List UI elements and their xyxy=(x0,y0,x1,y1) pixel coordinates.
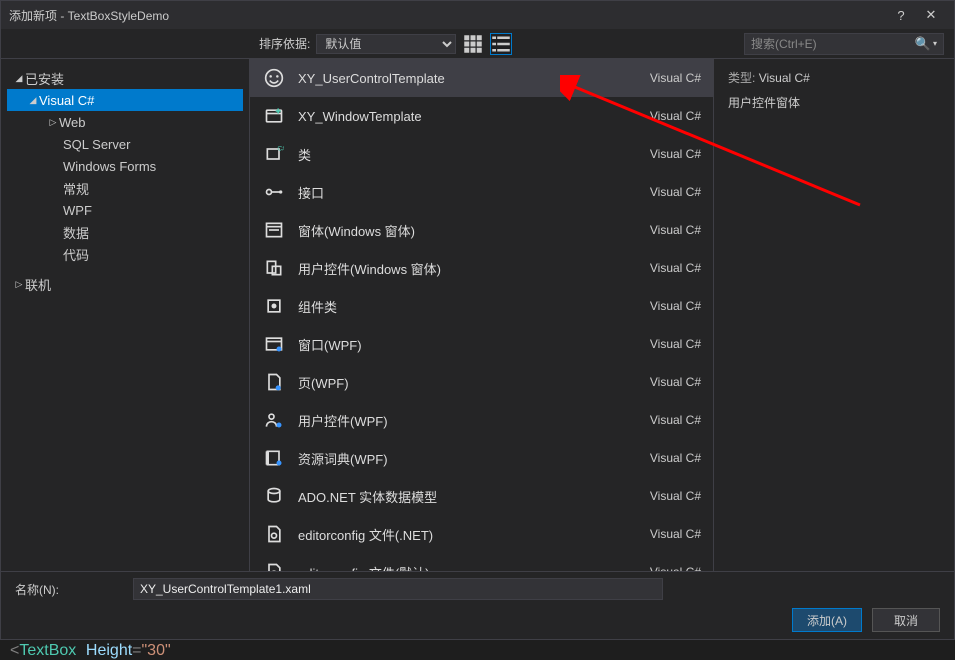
toolbar: 排序依据: 默认值 🔍 ▾ xyxy=(1,29,954,59)
tree-visual-csharp[interactable]: ◢Visual C# xyxy=(7,89,243,111)
template-item[interactable]: 窗体(Windows 窗体)Visual C# xyxy=(250,211,713,249)
item-name: ADO.NET 实体数据模型 xyxy=(298,487,650,506)
view-list-button[interactable] xyxy=(490,33,512,55)
item-name: 组件类 xyxy=(298,297,650,316)
user-control-icon xyxy=(262,256,286,280)
description: 用户控件窗体 xyxy=(728,94,940,111)
item-lang: Visual C# xyxy=(650,337,701,351)
search-box[interactable]: 🔍 ▾ xyxy=(744,33,944,55)
interface-icon xyxy=(262,180,286,204)
item-name: XY_UserControlTemplate xyxy=(298,71,650,86)
editorconfig-icon xyxy=(262,560,286,571)
cancel-button[interactable]: 取消 xyxy=(872,608,940,632)
template-list[interactable]: XY_UserControlTemplateVisual C#XY_Window… xyxy=(249,59,714,571)
smile-icon xyxy=(262,66,286,90)
item-lang: Visual C# xyxy=(650,413,701,427)
tree-installed[interactable]: ◢已安装 xyxy=(7,67,243,89)
item-lang: Visual C# xyxy=(650,565,701,571)
tree-online[interactable]: ▷联机 xyxy=(7,273,243,295)
tree-sql[interactable]: SQL Server xyxy=(7,133,243,155)
item-name: XY_WindowTemplate xyxy=(298,109,650,124)
item-lang: Visual C# xyxy=(650,451,701,465)
window-title: 添加新项 - TextBoxStyleDemo xyxy=(9,7,886,24)
template-item[interactable]: 窗口(WPF)Visual C# xyxy=(250,325,713,363)
template-item[interactable]: C# 类Visual C# xyxy=(250,135,713,173)
tree-code[interactable]: 代码 xyxy=(7,243,243,265)
item-lang: Visual C# xyxy=(650,375,701,389)
ado-icon xyxy=(262,484,286,508)
close-button[interactable]: ✕ xyxy=(916,7,946,23)
tree-data[interactable]: 数据 xyxy=(7,221,243,243)
footer: 名称(N): 添加(A) 取消 xyxy=(1,571,954,639)
template-item[interactable]: 接口Visual C# xyxy=(250,173,713,211)
class-icon: C# xyxy=(262,142,286,166)
name-input[interactable] xyxy=(133,578,663,600)
item-lang: Visual C# xyxy=(650,147,701,161)
item-lang: Visual C# xyxy=(650,185,701,199)
component-icon xyxy=(262,294,286,318)
template-item[interactable]: editorconfig 文件(.NET)Visual C# xyxy=(250,515,713,553)
template-item[interactable]: 用户控件(WPF)Visual C# xyxy=(250,401,713,439)
res-dict-icon xyxy=(262,446,286,470)
tree-wpf[interactable]: WPF xyxy=(7,199,243,221)
details-pane: 类型: Visual C# 用户控件窗体 xyxy=(714,59,954,571)
template-item[interactable]: 用户控件(Windows 窗体)Visual C# xyxy=(250,249,713,287)
item-name: 用户控件(WPF) xyxy=(298,411,650,430)
editorconfig-icon xyxy=(262,522,286,546)
template-item[interactable]: XY_WindowTemplateVisual C# xyxy=(250,97,713,135)
template-item[interactable]: editorconfig 文件(默认)Visual C# xyxy=(250,553,713,571)
item-name: 窗体(Windows 窗体) xyxy=(298,221,650,240)
item-name: editorconfig 文件(.NET) xyxy=(298,525,650,544)
code-preview: <TextBox Height="30" xyxy=(10,640,171,660)
item-name: 类 xyxy=(298,145,650,164)
help-button[interactable]: ? xyxy=(886,8,916,23)
item-lang: Visual C# xyxy=(650,261,701,275)
category-tree[interactable]: ◢已安装 ◢Visual C# ▷Web SQL Server Windows … xyxy=(1,59,249,571)
template-item[interactable]: 页(WPF)Visual C# xyxy=(250,363,713,401)
template-item[interactable]: 组件类Visual C# xyxy=(250,287,713,325)
item-name: 资源词典(WPF) xyxy=(298,449,650,468)
form-icon xyxy=(262,218,286,242)
item-lang: Visual C# xyxy=(650,299,701,313)
wpf-window-icon xyxy=(262,332,286,356)
item-lang: Visual C# xyxy=(650,223,701,237)
tree-general[interactable]: 常规 xyxy=(7,177,243,199)
item-name: 用户控件(Windows 窗体) xyxy=(298,259,650,278)
item-name: 页(WPF) xyxy=(298,373,650,392)
template-item[interactable]: XY_UserControlTemplateVisual C# xyxy=(250,59,713,97)
item-lang: Visual C# xyxy=(650,489,701,503)
view-grid-button[interactable] xyxy=(462,33,484,55)
add-button[interactable]: 添加(A) xyxy=(792,608,862,632)
svg-text:C#: C# xyxy=(277,146,284,153)
template-item[interactable]: 资源词典(WPF)Visual C# xyxy=(250,439,713,477)
item-lang: Visual C# xyxy=(650,71,701,85)
item-name: 接口 xyxy=(298,183,650,202)
wpf-uc-icon xyxy=(262,408,286,432)
sort-label: 排序依据: xyxy=(259,35,310,52)
type-label: 类型: xyxy=(728,71,755,85)
tree-winforms[interactable]: Windows Forms xyxy=(7,155,243,177)
template-item[interactable]: ADO.NET 实体数据模型Visual C# xyxy=(250,477,713,515)
page-icon xyxy=(262,370,286,394)
item-lang: Visual C# xyxy=(650,527,701,541)
search-input[interactable] xyxy=(751,37,915,51)
item-lang: Visual C# xyxy=(650,109,701,123)
type-value: Visual C# xyxy=(759,71,810,85)
tree-web[interactable]: ▷Web xyxy=(7,111,243,133)
title-bar: 添加新项 - TextBoxStyleDemo ? ✕ xyxy=(1,1,954,29)
item-name: 窗口(WPF) xyxy=(298,335,650,354)
name-label: 名称(N): xyxy=(15,581,125,598)
item-name: editorconfig 文件(默认) xyxy=(298,563,650,572)
search-icon: 🔍 xyxy=(915,36,931,52)
window-plus-icon xyxy=(262,104,286,128)
sort-select[interactable]: 默认值 xyxy=(316,34,456,54)
